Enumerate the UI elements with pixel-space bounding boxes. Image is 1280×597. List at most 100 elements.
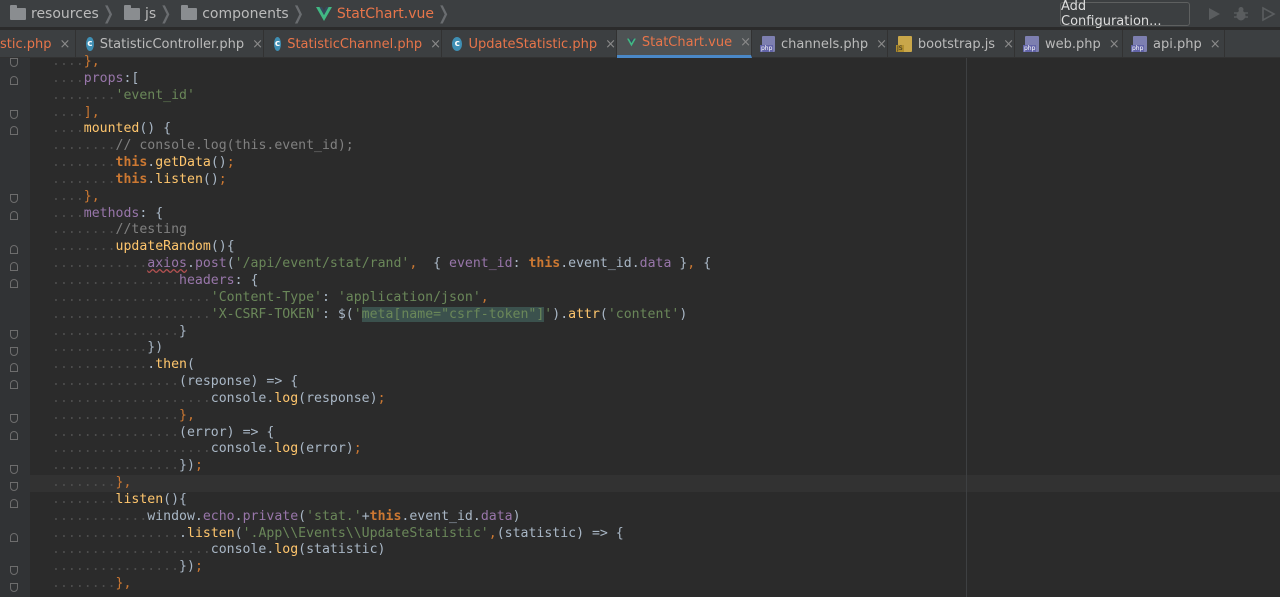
code-line[interactable]: ................headers: { — [52, 273, 711, 290]
code-line[interactable]: ................}, — [52, 408, 711, 425]
tab-channels-php[interactable]: php channels.php × — [752, 30, 888, 58]
close-icon[interactable]: × — [252, 37, 263, 52]
fold-marker[interactable] — [10, 110, 18, 119]
breadcrumb-resources[interactable]: resources — [0, 0, 99, 28]
code-token: ; — [226, 155, 235, 171]
code-token: , — [480, 289, 489, 305]
fold-marker[interactable] — [10, 194, 18, 203]
tab-api-php[interactable]: php api.php × — [1123, 30, 1225, 58]
code-line[interactable]: ....}, — [52, 189, 711, 206]
breadcrumb-components[interactable]: components — [175, 0, 289, 28]
fold-marker[interactable] — [10, 380, 18, 389]
code-line[interactable]: .................listen('.App\\Events\\U… — [52, 526, 711, 543]
code-line[interactable]: ....], — [52, 105, 711, 122]
indent-guide: .... — [52, 188, 84, 204]
indent-guide: ................ — [52, 323, 180, 339]
code-line[interactable]: ....props:[ — [52, 71, 711, 88]
code-line[interactable]: ................(error) => { — [52, 425, 711, 442]
code-line[interactable]: ................} — [52, 324, 711, 341]
class-icon: c — [274, 37, 282, 51]
code-line[interactable]: ........'event_id' — [52, 88, 711, 105]
tab-bootstrap-js[interactable]: JS bootstrap.js × — [888, 30, 1015, 58]
close-icon[interactable]: × — [605, 37, 616, 52]
fold-marker[interactable] — [10, 363, 18, 372]
code-line[interactable]: ........listen(){ — [52, 492, 711, 509]
code-line[interactable]: ....methods: { — [52, 206, 711, 223]
close-icon[interactable]: × — [740, 35, 751, 50]
breadcrumb-js[interactable]: js — [118, 0, 156, 28]
code-token: ( — [599, 306, 608, 322]
code-line[interactable]: ............window.echo.private('stat.'+… — [52, 509, 711, 526]
code-token: : { — [234, 272, 259, 288]
code-line[interactable]: ........// console.log(this.event_id); — [52, 138, 711, 155]
coverage-icon[interactable] — [1260, 6, 1276, 22]
code-token: { — [695, 256, 712, 272]
code-line[interactable]: ................(response) => { — [52, 374, 711, 391]
code-line[interactable]: ............}) — [52, 340, 711, 357]
code-line[interactable]: ........this.listen(); — [52, 172, 711, 189]
code-line[interactable]: .............then( — [52, 357, 711, 374]
code-line[interactable]: ................}); — [52, 458, 711, 475]
fold-marker[interactable] — [10, 482, 18, 491]
fold-marker[interactable] — [10, 262, 18, 271]
fold-marker[interactable] — [10, 566, 18, 575]
code-line[interactable]: ....................console.log(response… — [52, 391, 711, 408]
fold-marker[interactable] — [10, 431, 18, 440]
code-line[interactable]: ....mounted() { — [52, 121, 711, 138]
code-text[interactable]: ....}, ....props:[........'event_id'....]… — [52, 54, 711, 593]
breadcrumb-label: js — [144, 5, 157, 22]
fold-marker[interactable] — [10, 499, 18, 508]
code-token: listen — [187, 525, 235, 541]
fold-marker[interactable] — [10, 211, 18, 220]
close-icon[interactable]: × — [430, 37, 441, 52]
code-line[interactable]: ........updateRandom(){ — [52, 239, 711, 256]
code-line[interactable]: ........}, — [52, 576, 711, 593]
debug-icon[interactable] — [1233, 6, 1249, 22]
code-token: getData — [155, 155, 211, 171]
code-line[interactable]: ................}); — [52, 559, 711, 576]
fold-marker[interactable] — [10, 58, 18, 67]
add-configuration-button[interactable]: Add Configuration... — [1060, 0, 1190, 29]
indent-guide: ........ — [52, 171, 116, 187]
code-editor[interactable]: ....}, ....props:[........'event_id'....]… — [0, 54, 1280, 597]
code-line[interactable]: ....................'Content-Type': 'app… — [52, 290, 711, 307]
close-icon[interactable]: × — [1003, 37, 1014, 52]
fold-marker[interactable] — [10, 533, 18, 542]
code-line[interactable]: ............axios.post('/api/event/stat/… — [52, 256, 711, 273]
fold-marker[interactable] — [10, 583, 18, 592]
fold-marker[interactable] — [10, 347, 18, 356]
indent-guide: .................... — [52, 542, 211, 558]
fold-marker[interactable] — [10, 414, 18, 423]
php-file-icon: php — [1131, 36, 1147, 52]
close-icon[interactable]: × — [60, 37, 71, 52]
code-token: log — [274, 542, 299, 558]
code-token: ( — [187, 357, 195, 373]
close-icon[interactable]: × — [1210, 37, 1221, 52]
run-icon[interactable] — [1206, 6, 1222, 22]
close-icon[interactable]: × — [876, 37, 887, 52]
code-line[interactable]: ....................'X-CSRF-TOKEN': $('m… — [52, 306, 711, 324]
code-line[interactable]: ....................console.log(error); — [52, 441, 711, 458]
php-file-icon: php — [1023, 36, 1039, 52]
fold-marker[interactable] — [10, 126, 18, 135]
fold-marker[interactable] — [10, 76, 18, 85]
code-line[interactable]: ........}, — [52, 475, 711, 492]
indent-guide: .................... — [52, 306, 211, 322]
indent-guide: ........ — [52, 222, 116, 238]
fold-marker[interactable] — [10, 465, 18, 474]
breadcrumb-separator: ❭ — [290, 2, 306, 24]
class-icon: c — [452, 37, 463, 51]
code-line[interactable]: ....}, — [52, 54, 711, 71]
tab-label: UpdateStatistic.php — [468, 36, 598, 52]
code-line[interactable]: ....................console.log(statisti… — [52, 542, 711, 559]
breadcrumb-statchart[interactable]: StatChart.vue — [308, 0, 434, 28]
fold-marker[interactable] — [10, 279, 18, 288]
code-token: ; — [353, 441, 362, 457]
close-icon[interactable]: × — [1109, 37, 1120, 52]
code-line[interactable]: ........//testing — [52, 222, 711, 239]
code-token: console. — [210, 441, 275, 457]
tab-web-php[interactable]: php web.php × — [1015, 30, 1123, 58]
fold-marker[interactable] — [10, 245, 18, 254]
fold-marker[interactable] — [10, 330, 18, 339]
code-line[interactable]: ........this.getData(); — [52, 155, 711, 172]
